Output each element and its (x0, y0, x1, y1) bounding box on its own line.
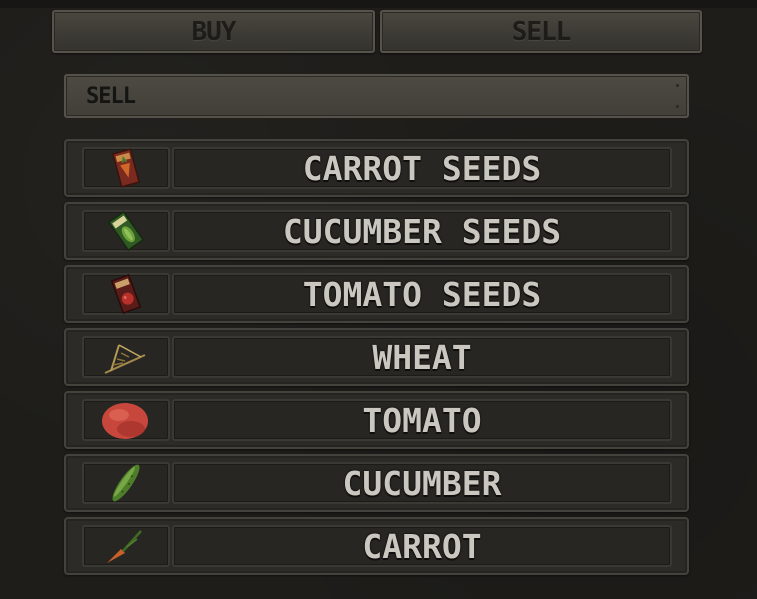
item-name-slot: WHEAT (172, 336, 672, 378)
list-item-cucumber[interactable]: CUCUMBER (64, 454, 689, 512)
item-name-slot: CUCUMBER SEEDS (172, 210, 672, 252)
wheat-icon (101, 337, 151, 377)
cucumber-seeds-icon (108, 211, 144, 251)
item-icon-slot (82, 399, 170, 441)
item-icon-slot (82, 462, 170, 504)
item-name-slot: CUCUMBER (172, 462, 672, 504)
rivet-decoration (676, 84, 679, 87)
section-title: SELL (86, 83, 136, 109)
carrot-seeds-icon (111, 148, 141, 188)
item-icon-slot (82, 147, 170, 189)
item-icon-slot (82, 210, 170, 252)
item-name: TOMATO SEEDS (302, 274, 542, 314)
tomato-icon (99, 399, 153, 441)
sell-tab[interactable]: SELL (380, 10, 702, 53)
list-item-carrot-seeds[interactable]: CARROT SEEDS (64, 139, 689, 197)
item-name-slot: TOMATO SEEDS (172, 273, 672, 315)
item-icon-slot (82, 273, 170, 315)
list-item-cucumber-seeds[interactable]: CUCUMBER SEEDS (64, 202, 689, 260)
tomato-seeds-icon (110, 274, 142, 314)
rivet-decoration (676, 105, 679, 108)
sell-tab-label: SELL (511, 16, 572, 47)
sell-item-list: CARROT SEEDS CUCUMBER SEEDS TOMATO SEEDS… (64, 139, 689, 580)
item-name: CUCUMBER (342, 463, 502, 503)
item-name: TOMATO (362, 400, 482, 440)
carrot-icon (101, 525, 151, 567)
item-name-slot: CARROT (172, 525, 672, 567)
list-item-tomato-seeds[interactable]: TOMATO SEEDS (64, 265, 689, 323)
item-name-slot: TOMATO (172, 399, 672, 441)
item-name: WHEAT (372, 337, 472, 377)
item-name: CARROT SEEDS (302, 148, 542, 188)
buy-tab[interactable]: BUY (52, 10, 375, 53)
list-item-wheat[interactable]: WHEAT (64, 328, 689, 386)
list-item-tomato[interactable]: TOMATO (64, 391, 689, 449)
top-frame (0, 0, 757, 8)
item-icon-slot (82, 336, 170, 378)
cucumber-icon (101, 462, 151, 504)
section-header: SELL (64, 74, 689, 118)
item-name: CARROT (362, 526, 482, 566)
buy-tab-label: BUY (191, 16, 237, 47)
item-name-slot: CARROT SEEDS (172, 147, 672, 189)
item-name: CUCUMBER SEEDS (282, 211, 562, 251)
item-icon-slot (82, 525, 170, 567)
list-item-carrot[interactable]: CARROT (64, 517, 689, 575)
